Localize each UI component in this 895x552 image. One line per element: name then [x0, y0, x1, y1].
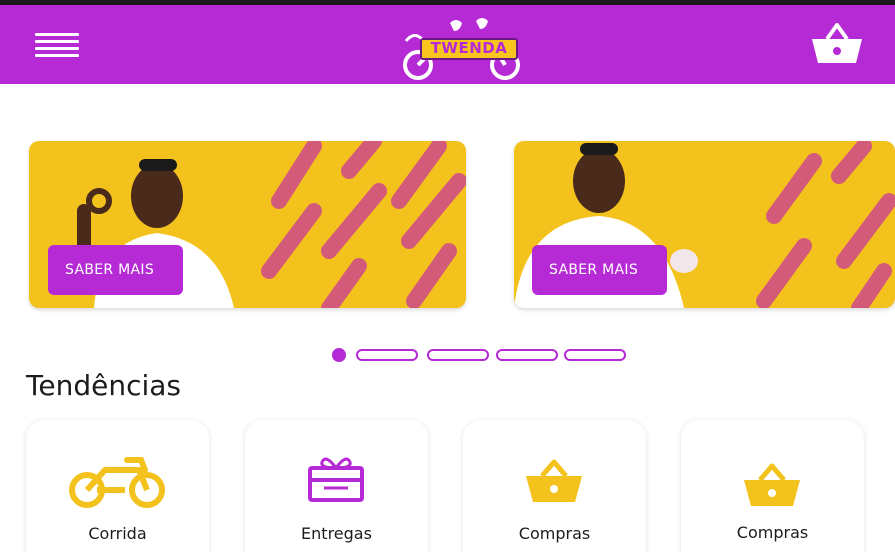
carousel-dot-active[interactable]: [332, 348, 346, 362]
promo-banner-2[interactable]: SABER MAIS: [514, 141, 895, 308]
saber-mais-button[interactable]: SABER MAIS: [532, 245, 667, 295]
saber-mais-button[interactable]: SABER MAIS: [48, 245, 183, 295]
basket-icon: [744, 463, 800, 506]
carousel-dot[interactable]: [496, 349, 558, 361]
trend-card-corrida[interactable]: Corrida: [26, 420, 209, 552]
carousel-dot[interactable]: [427, 349, 489, 361]
gift-icon: [308, 457, 364, 502]
basket-icon: [526, 459, 582, 502]
section-title: Tendências: [26, 369, 181, 402]
motorcycle-icon: [69, 457, 165, 508]
trend-card-label: Compras: [518, 524, 591, 543]
promo-banner-1[interactable]: SABER MAIS: [29, 141, 466, 308]
trend-card-label: Compras: [736, 523, 809, 542]
carousel-dot[interactable]: [356, 349, 418, 361]
trend-card-label: Corrida: [88, 524, 147, 543]
hamburger-menu-icon[interactable]: [33, 27, 81, 63]
logo-wordmark: TWENDA: [420, 38, 518, 60]
trend-card-entregas[interactable]: Entregas: [245, 420, 428, 552]
trend-card-compras[interactable]: Compras: [681, 420, 864, 552]
trend-card-compras[interactable]: Compras: [463, 420, 646, 552]
carousel-dot[interactable]: [564, 349, 626, 361]
twenda-logo[interactable]: TWENDA: [398, 15, 528, 85]
app-header: TWENDA: [0, 5, 895, 84]
basket-icon[interactable]: [808, 21, 866, 67]
trend-card-label: Entregas: [301, 524, 372, 543]
